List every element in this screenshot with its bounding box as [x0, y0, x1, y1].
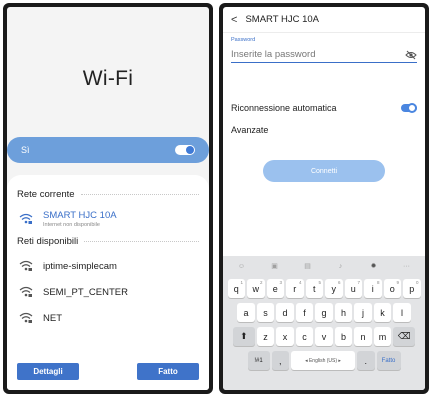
key[interactable]: i8	[364, 279, 382, 298]
connect-button[interactable]: Connetti	[263, 160, 385, 182]
bottom-actions: Dettagli Fatto	[17, 363, 199, 380]
network-item[interactable]: SEMI_PT_CENTER	[17, 281, 199, 303]
details-button[interactable]: Dettagli	[17, 363, 79, 380]
auto-reconnect-row[interactable]: Riconnessione automatica	[231, 103, 417, 113]
space-key[interactable]: ◂ English (US) ▸	[291, 351, 355, 370]
password-field-group: Password	[231, 37, 417, 73]
app-header: < SMART HJC 10A	[223, 7, 425, 33]
wifi-locked-icon	[19, 312, 33, 323]
keyboard-row-1: q1 w2 e3 r4 t5 y6 u7 i8 o9 p0	[225, 279, 423, 298]
network-list-card: Rete corrente SMART HJC 10A Internet non…	[7, 175, 209, 390]
wifi-toggle-label: Sì	[21, 145, 30, 155]
password-input[interactable]	[231, 47, 405, 62]
key[interactable]: d	[276, 303, 294, 322]
key[interactable]: t5	[305, 279, 323, 298]
password-label: Password	[231, 37, 256, 43]
keyboard-row-3: ⬆ z x c v b n m ⌫	[225, 327, 423, 346]
network-password-screen: < SMART HJC 10A Password Riconnessione a…	[223, 7, 425, 390]
left-phone: Wi-Fi Sì Rete corrente SMART HJC 10A Int	[3, 3, 213, 394]
network-name: iptime-simplecam	[43, 260, 117, 272]
key[interactable]: p0	[403, 279, 421, 298]
auto-reconnect-label: Riconnessione automatica	[231, 103, 337, 113]
advanced-label: Avanzate	[231, 125, 269, 135]
network-item[interactable]: iptime-simplecam	[17, 255, 199, 277]
keyboard-toolbar: ☺ ▣ ▤ ♪ ✹ ···	[225, 258, 423, 274]
page-title: SMART HJC 10A	[245, 14, 319, 25]
wifi-master-toggle[interactable]: Sì	[7, 137, 209, 163]
key[interactable]: l	[393, 303, 411, 322]
gear-icon[interactable]: ✹	[367, 262, 381, 270]
key[interactable]: f	[295, 303, 314, 322]
key[interactable]: j	[354, 303, 372, 322]
key[interactable]: a	[237, 303, 255, 322]
toggle-switch[interactable]	[175, 145, 195, 155]
key[interactable]: n	[354, 327, 372, 346]
backspace-icon: ⌫	[397, 331, 411, 341]
key[interactable]: h	[334, 303, 353, 322]
key[interactable]: y6	[325, 279, 343, 298]
section-title: Rete corrente	[17, 189, 75, 200]
key[interactable]: m	[373, 327, 392, 346]
page-title: Wi-Fi	[82, 67, 134, 90]
right-phone: < SMART HJC 10A Password Riconnessione a…	[219, 3, 429, 394]
key[interactable]: r4	[286, 279, 304, 298]
wifi-locked-icon	[19, 213, 33, 224]
gif-icon[interactable]: ▤	[301, 262, 315, 270]
arrow-up-icon: ⬆	[239, 331, 248, 341]
done-button[interactable]: Fatto	[137, 363, 199, 380]
network-name: SMART HJC 10A	[43, 210, 117, 221]
key[interactable]: x	[276, 327, 294, 346]
current-network-item[interactable]: SMART HJC 10A Internet non disponibile	[17, 208, 199, 230]
eye-off-icon[interactable]	[405, 50, 417, 60]
more-icon[interactable]: ···	[400, 263, 414, 270]
current-network-header: Rete corrente	[17, 189, 199, 200]
key[interactable]: u7	[344, 279, 362, 298]
emoji-icon[interactable]: ☺	[235, 263, 249, 270]
comma-key[interactable]: ,	[271, 351, 289, 370]
key[interactable]: e3	[266, 279, 284, 298]
network-item[interactable]: NET	[17, 307, 199, 329]
done-key[interactable]: Fatto	[376, 351, 401, 370]
toggle-knob	[407, 103, 417, 113]
symbols-key[interactable]: !#1	[247, 351, 270, 370]
key[interactable]: b	[334, 327, 353, 346]
network-name: NET	[43, 312, 62, 324]
advanced-row[interactable]: Avanzate	[231, 125, 417, 135]
key[interactable]: o9	[383, 279, 401, 298]
network-name: SEMI_PT_CENTER	[43, 286, 128, 298]
wifi-locked-icon	[19, 260, 33, 271]
section-divider	[80, 194, 199, 195]
shift-key[interactable]: ⬆	[232, 327, 255, 346]
auto-reconnect-toggle[interactable]	[401, 103, 417, 113]
period-key[interactable]: .	[357, 351, 375, 370]
section-divider	[84, 241, 199, 242]
chevron-left-icon[interactable]: <	[231, 14, 237, 26]
key[interactable]: k	[373, 303, 392, 322]
key[interactable]: v	[315, 327, 333, 346]
sticker-icon[interactable]: ▣	[268, 262, 282, 270]
key[interactable]: w2	[247, 279, 265, 298]
key[interactable]: c	[295, 327, 314, 346]
key[interactable]: g	[315, 303, 333, 322]
toggle-knob	[186, 146, 194, 154]
keyboard: ☺ ▣ ▤ ♪ ✹ ··· q1 w2 e3 r4 t5 y6 u7 i8 o9…	[223, 256, 425, 390]
password-input-wrapper	[231, 47, 417, 63]
key[interactable]: q1	[227, 279, 245, 298]
keyboard-row-2: a s d f g h j k l	[225, 303, 423, 322]
available-networks-header: Reti disponibili	[17, 236, 199, 247]
mic-icon[interactable]: ♪	[334, 263, 348, 270]
backspace-key[interactable]: ⌫	[393, 327, 416, 346]
network-status: Internet non disponibile	[43, 222, 100, 228]
keyboard-row-4: !#1 , ◂ English (US) ▸ . Fatto	[225, 351, 423, 370]
key[interactable]: s	[256, 303, 275, 322]
key[interactable]: z	[256, 327, 275, 346]
wifi-locked-icon	[19, 286, 33, 297]
wifi-list-screen: Wi-Fi Sì Rete corrente SMART HJC 10A Int	[7, 7, 209, 390]
section-title: Reti disponibili	[17, 236, 79, 247]
